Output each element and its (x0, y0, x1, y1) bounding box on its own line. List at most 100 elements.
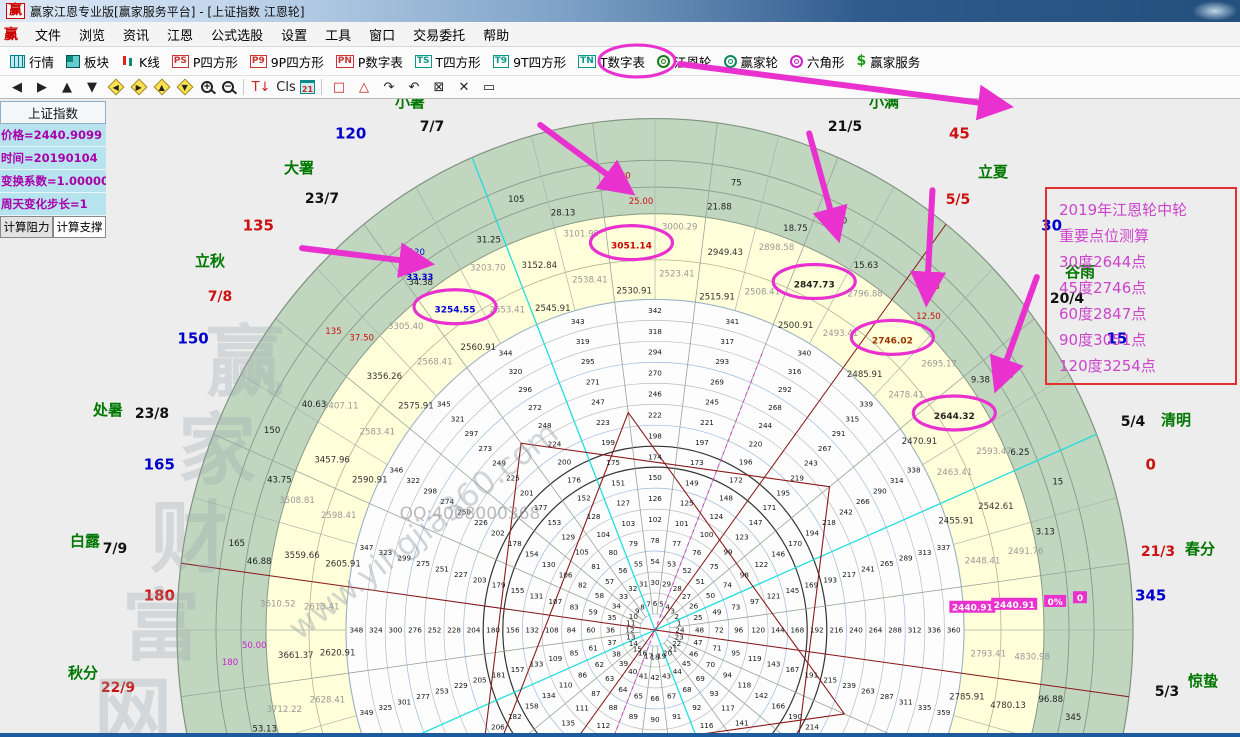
menu-工具[interactable]: 工具 (316, 23, 360, 46)
app-window: 赢 赢家江恩专业版[赢家服务平台] - [上证指数 江恩轮] 赢 文件浏览资讯江… (0, 0, 1240, 737)
window-title: 赢家江恩专业版[赢家服务平台] - [上证指数 江恩轮] (30, 3, 305, 20)
shift-down-icon[interactable]: ▼ (177, 79, 194, 96)
triangle-tool-icon[interactable]: △ (353, 80, 375, 95)
rotate-ccw-icon[interactable]: ↶ (403, 80, 425, 95)
taskbar-edge (0, 733, 1240, 737)
wheel-number: 263 (861, 687, 875, 696)
hexagon-label: 六角形 (807, 52, 845, 71)
wheel-number: 50 (706, 591, 716, 600)
menu-资讯[interactable]: 资讯 (114, 23, 158, 46)
toolbar-t-number-table[interactable]: TNT数字表 (574, 50, 651, 73)
wheel-number: 105 (575, 547, 589, 556)
wheel-number: 144 (771, 626, 785, 635)
info-panel: 上证指数 价格=2440.9099时间=20190104变换系数=1.00000… (0, 101, 106, 238)
wheel-number: 272 (528, 403, 542, 412)
toolbar-9p-square[interactable]: P99P四方形 (246, 50, 330, 73)
wheel-number: 47 (693, 638, 702, 647)
wheel-number: 132 (525, 626, 539, 635)
zoom-out-icon[interactable]: − (222, 81, 234, 93)
symbol-title: 上证指数 (0, 101, 106, 124)
outer-price-value: 3457.96 (314, 456, 350, 466)
wheel-number: 298 (423, 487, 437, 496)
toolbar-t-square[interactable]: TST四方形 (411, 50, 487, 73)
menu-窗口[interactable]: 窗口 (360, 23, 404, 46)
wheel-number: 34 (612, 602, 622, 611)
inner-price-value: 2568.41 (417, 357, 453, 367)
degree-ring-value: 15 (1052, 478, 1063, 488)
percent-value: 46.88 (247, 557, 272, 567)
menu-江恩[interactable]: 江恩 (158, 23, 202, 46)
wheel-number: 345 (437, 400, 451, 409)
degree-ring-value: 60 (836, 216, 847, 226)
delete-box-icon[interactable]: ⊠ (428, 80, 450, 95)
wheel-number: 87 (591, 689, 600, 698)
calendar-icon[interactable]: 21 (300, 80, 315, 94)
t-square-icon: TS (415, 55, 432, 68)
wheel-number: 266 (856, 497, 870, 506)
toolbar-sectors[interactable]: 板块 (62, 50, 115, 73)
menu-公式选股[interactable]: 公式选股 (202, 23, 272, 46)
percent-value: 6.25 (1010, 448, 1029, 458)
outer-price-value: 2898.58 (759, 243, 795, 253)
wheel-number: 85 (570, 649, 579, 658)
shift-left-icon[interactable]: ◀ (108, 79, 125, 96)
wheel-number: 336 (927, 626, 941, 635)
outer-price-value: 4830.98 (1014, 652, 1050, 662)
shift-up-icon[interactable]: ▲ (154, 79, 171, 96)
toolbar-kline[interactable]: K线 (117, 50, 166, 73)
wheel-number: 193 (823, 575, 837, 584)
nav-down-icon[interactable]: ▼ (81, 80, 103, 95)
nav-left-icon[interactable]: ◀ (6, 80, 28, 95)
annotation-line-3: 45度2746点 (1059, 275, 1235, 301)
highlight-price-value: 2847.73 (794, 281, 835, 291)
p-number-table-label: P数字表 (358, 52, 403, 71)
menu-设置[interactable]: 设置 (272, 23, 316, 46)
wheel-number: 88 (609, 703, 619, 712)
wheel-number: 244 (758, 421, 772, 430)
select-area-icon[interactable]: ▭ (478, 80, 500, 95)
menu-帮助[interactable]: 帮助 (474, 23, 518, 46)
toolbar-hexagon[interactable]: 六角形 (786, 50, 851, 73)
rect-tool-icon[interactable]: □ (328, 80, 350, 95)
menu-文件[interactable]: 文件 (26, 23, 70, 46)
zoom-in-icon[interactable]: + (201, 81, 213, 93)
wheel-number: 143 (767, 659, 781, 668)
menu-浏览[interactable]: 浏览 (70, 23, 114, 46)
toolbar-9t-square[interactable]: T99T四方形 (489, 50, 573, 73)
wheel-number: 106 (559, 570, 573, 579)
annotation-line-1: 重要点位测算 (1059, 223, 1235, 249)
toolbar-quotes[interactable]: 行情 (6, 50, 60, 73)
wheel-number: 288 (888, 626, 902, 635)
wheel-number: 349 (360, 708, 374, 717)
toolbar-p-square[interactable]: PSP四方形 (168, 50, 244, 73)
outer-price-value: 2491.76 (1008, 547, 1044, 557)
shift-right-icon[interactable]: ▶ (131, 79, 148, 96)
button-计算支撑[interactable]: 计算支撑 (53, 216, 106, 238)
nav-right-icon[interactable]: ▶ (31, 80, 53, 95)
wheel-number: 89 (629, 712, 639, 721)
toolbar-winner-service[interactable]: $赢家服务 (853, 50, 927, 73)
wheel-number: 195 (776, 488, 790, 497)
cls-icon[interactable]: Cls (275, 80, 297, 95)
toolbar-winner-wheel[interactable]: 赢家轮 (720, 50, 785, 73)
inner-price-value: 2553.41 (490, 305, 526, 315)
inner-price-value: 2485.91 (847, 370, 883, 380)
shrink-icon[interactable]: ✕ (453, 80, 475, 95)
wheel-number: 196 (739, 457, 753, 466)
wheel-number: 101 (675, 519, 689, 528)
wheel-number: 267 (818, 444, 832, 453)
rotate-cw-icon[interactable]: ↷ (378, 80, 400, 95)
wheel-number: 172 (729, 476, 743, 485)
toolbar-p-number-table[interactable]: PNP数字表 (332, 50, 409, 73)
inner-price-value: 2538.41 (572, 275, 608, 285)
nav-up-icon[interactable]: ▲ (56, 80, 78, 95)
price-axis-icon[interactable]: T↓ (250, 80, 272, 95)
button-计算阻力[interactable]: 计算阻力 (0, 216, 53, 238)
toolbar-gann-wheel[interactable]: 江恩轮 (653, 50, 718, 73)
wheel-number: 204 (467, 626, 481, 635)
degree-ring-value: 105 (508, 195, 524, 205)
inner-price-value: 2583.41 (360, 427, 396, 437)
menu-交易委托[interactable]: 交易委托 (404, 23, 474, 46)
info-row-2: 变换系数=1.00000 (0, 170, 106, 193)
wheel-number: 107 (548, 597, 562, 606)
